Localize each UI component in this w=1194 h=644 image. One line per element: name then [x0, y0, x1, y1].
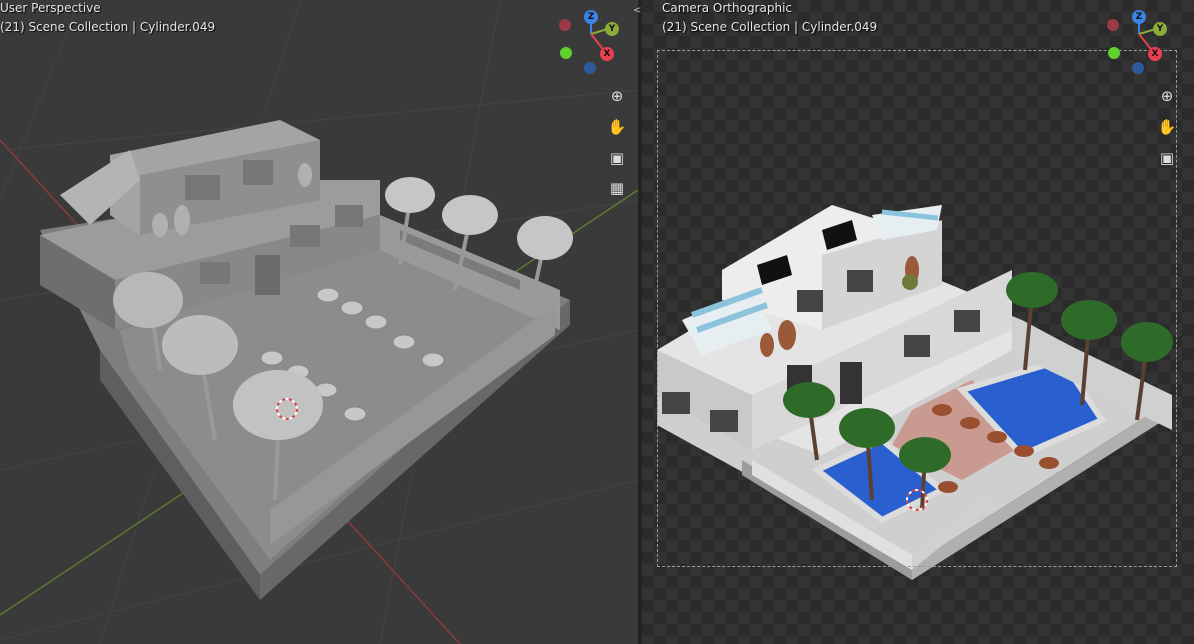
viewport-title: Camera Orthographic — [662, 1, 792, 15]
gizmo-neg-x-axis[interactable] — [1107, 19, 1119, 31]
zoom-icon[interactable]: ⊕ — [1155, 84, 1179, 108]
grid-icon[interactable]: ▦ — [605, 176, 629, 200]
camera-icon[interactable]: ▣ — [605, 146, 629, 170]
viewport-subtitle: (21) Scene Collection | Cylinder.049 — [662, 20, 878, 34]
gizmo-neg-x-axis[interactable] — [559, 19, 571, 31]
viewport-title: User Perspective — [0, 1, 101, 15]
gizmo-x-axis[interactable]: X — [600, 47, 614, 61]
navigation-gizmo[interactable]: Z Y X — [556, 6, 626, 76]
hand-icon[interactable]: ✋ — [1155, 115, 1179, 139]
viewport-camera-orthographic[interactable]: Camera Orthographic (21) Scene Collectio… — [642, 0, 1194, 644]
scene-solid-render[interactable] — [0, 0, 638, 644]
gizmo-z-axis[interactable]: Z — [1132, 10, 1146, 24]
gizmo-neg-y-axis[interactable] — [560, 47, 572, 59]
viewport-user-perspective[interactable]: User Perspective (21) Scene Collection |… — [0, 0, 638, 644]
gizmo-neg-y-axis[interactable] — [1108, 47, 1120, 59]
gizmo-neg-z-axis[interactable] — [1132, 62, 1144, 74]
gizmo-y-axis[interactable]: Y — [605, 22, 619, 36]
gizmo-y-axis[interactable]: Y — [1153, 22, 1167, 36]
gizmo-neg-z-axis[interactable] — [584, 62, 596, 74]
viewport-subtitle: (21) Scene Collection | Cylinder.049 — [0, 20, 216, 34]
hand-icon[interactable]: ✋ — [605, 115, 629, 139]
gizmo-x-axis[interactable]: X — [1148, 47, 1162, 61]
navigation-gizmo[interactable]: Z Y X — [1104, 6, 1174, 76]
zoom-icon[interactable]: ⊕ — [605, 84, 629, 108]
gizmo-z-axis[interactable]: Z — [584, 10, 598, 24]
camera-frame — [657, 50, 1177, 567]
camera-icon[interactable]: ▣ — [1155, 146, 1179, 170]
